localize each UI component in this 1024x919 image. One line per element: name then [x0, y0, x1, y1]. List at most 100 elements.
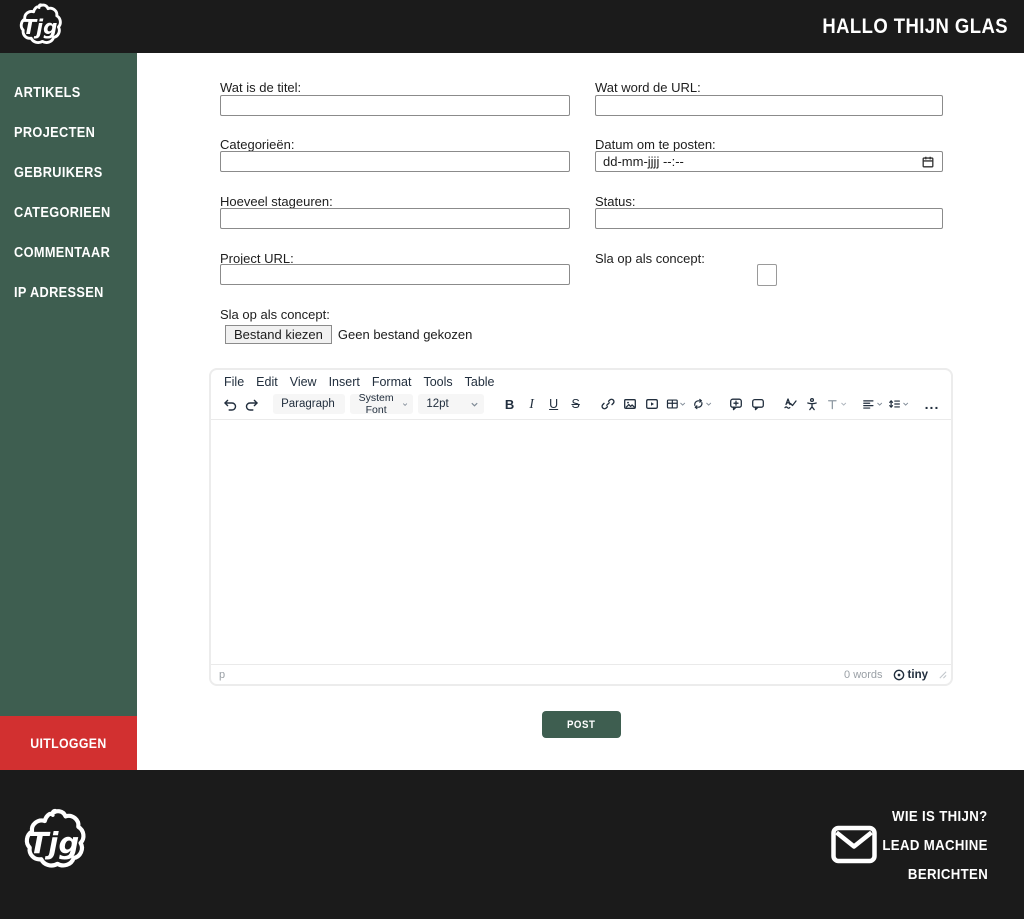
menu-view[interactable]: View	[284, 373, 323, 391]
mergetags-button[interactable]	[689, 393, 715, 415]
image-button[interactable]	[619, 393, 641, 415]
project-url-input[interactable]	[220, 264, 570, 285]
block-format-select[interactable]: Paragraph	[273, 394, 346, 414]
font-family-select[interactable]: System Font	[350, 392, 414, 416]
spellcheck-button[interactable]	[779, 393, 801, 415]
title-label: Wat is de titel:	[220, 80, 302, 95]
menu-edit[interactable]: Edit	[250, 373, 284, 391]
comment-icon	[751, 398, 764, 411]
table-button[interactable]	[663, 393, 689, 415]
tinymce-logo-icon	[893, 669, 904, 680]
concept-checkbox-label: Sla op als concept:	[595, 251, 705, 266]
tinymce-brand-link[interactable]: tiny	[893, 669, 928, 681]
element-path: p	[219, 668, 226, 681]
line-height-button[interactable]	[885, 393, 911, 415]
editor-toolbar: Paragraph System Font 12pt B I U S ...	[211, 391, 951, 420]
underline-icon: U	[549, 397, 559, 411]
editor-content-area[interactable]	[211, 420, 951, 664]
strikethrough-icon: S	[571, 397, 580, 411]
title-input[interactable]	[220, 95, 570, 116]
sidebar-item-projecten[interactable]: PROJECTEN	[0, 113, 137, 153]
link-icon	[601, 398, 615, 410]
font-size-select[interactable]: 12pt	[418, 394, 484, 414]
footer-link-wie-is-thijn[interactable]: WIE IS THIJN?	[868, 802, 988, 831]
top-header: HALLO THIJN GLAS	[0, 0, 1024, 53]
choose-file-button[interactable]: Bestand kiezen	[225, 325, 332, 344]
sidebar-item-commentaar[interactable]: COMMENTAAR	[0, 233, 137, 273]
logout-button[interactable]: UITLOGGEN	[0, 716, 137, 770]
chevron-down-icon	[902, 402, 908, 406]
sidebar-nav: ARTIKELS PROJECTEN GEBRUIKERS CATEGORIEE…	[0, 53, 137, 716]
rich-text-editor: File Edit View Insert Format Tools Table…	[209, 368, 953, 686]
footer-logo-icon[interactable]	[17, 808, 91, 878]
menu-table[interactable]: Table	[459, 373, 501, 391]
editor-menubar: File Edit View Insert Format Tools Table	[211, 370, 951, 391]
chevron-down-icon	[876, 402, 882, 406]
hours-label: Hoeveel stageuren:	[220, 194, 333, 209]
undo-button[interactable]	[219, 393, 241, 415]
calendar-icon[interactable]	[921, 155, 935, 169]
table-icon	[666, 399, 678, 409]
link-button[interactable]	[597, 393, 619, 415]
post-button[interactable]: POST	[542, 711, 621, 738]
file-status-text: Geen bestand gekozen	[337, 327, 473, 342]
chevron-down-icon	[706, 402, 712, 406]
align-button[interactable]	[859, 393, 885, 415]
resize-handle[interactable]	[938, 670, 947, 679]
concept-checkbox[interactable]	[757, 264, 777, 286]
sidebar-item-gebruikers[interactable]: GEBRUIKERS	[0, 153, 137, 193]
page-footer: WIE IS THIJN? LEAD MACHINE BERICHTEN	[0, 770, 1024, 919]
more-toolbar-button[interactable]: ...	[921, 393, 943, 415]
underline-button[interactable]: U	[543, 393, 565, 415]
accessibility-icon	[807, 397, 817, 411]
ellipsis-icon: ...	[924, 396, 940, 412]
strikethrough-button[interactable]: S	[565, 393, 587, 415]
spellcheck-icon	[784, 398, 797, 409]
image-icon	[623, 399, 636, 409]
footer-link-lead-machine[interactable]: LEAD MACHINE	[868, 831, 988, 860]
editor-statusbar: p 0 words tiny	[211, 664, 951, 684]
align-left-icon	[863, 400, 874, 409]
media-icon	[645, 399, 658, 409]
sidebar-item-ip-adressen[interactable]: IP ADRESSEN	[0, 273, 137, 313]
redo-button[interactable]	[241, 393, 263, 415]
site-logo-icon[interactable]	[13, 3, 67, 51]
redo-icon	[245, 399, 258, 411]
sidebar-item-artikels[interactable]: ARTIKELS	[0, 73, 137, 113]
media-button[interactable]	[641, 393, 663, 415]
undo-icon	[224, 399, 237, 411]
menu-file[interactable]: File	[218, 373, 250, 391]
hours-input[interactable]	[220, 208, 570, 229]
status-input[interactable]	[595, 208, 943, 229]
menu-insert[interactable]: Insert	[323, 373, 366, 391]
sidebar-item-categorieen[interactable]: CATEGORIEEN	[0, 193, 137, 233]
concept-file-label: Sla op als concept:	[220, 307, 330, 322]
footer-links: WIE IS THIJN? LEAD MACHINE BERICHTEN	[868, 802, 988, 889]
chevron-down-icon	[680, 402, 686, 406]
italic-button[interactable]: I	[521, 393, 543, 415]
typography-button[interactable]	[823, 393, 849, 415]
italic-icon: I	[529, 396, 534, 411]
add-comment-button[interactable]	[725, 393, 747, 415]
menu-format[interactable]: Format	[366, 373, 418, 391]
url-input[interactable]	[595, 95, 943, 116]
add-comment-icon	[729, 398, 742, 411]
greeting-title-text: HALLO THIJN GLAS	[822, 14, 1008, 38]
bold-button[interactable]: B	[499, 393, 521, 415]
file-input: Bestand kiezen Geen bestand gekozen	[225, 325, 472, 344]
footer-link-berichten[interactable]: BERICHTEN	[868, 860, 988, 889]
show-comments-button[interactable]	[747, 393, 769, 415]
menu-tools[interactable]: Tools	[417, 373, 458, 391]
accessibility-check-button[interactable]	[801, 393, 823, 415]
date-input[interactable]: dd-mm-jjjj --:--	[595, 151, 943, 172]
chevron-down-icon	[470, 402, 478, 407]
merge-tags-icon	[693, 398, 703, 410]
page: Tjg HALLO THIJN GLAS ARTIKELS PROJECTEN …	[0, 0, 1024, 919]
greeting-title: HALLO THIJN GLAS	[797, 0, 1008, 53]
typography-icon	[827, 400, 837, 410]
date-placeholder: dd-mm-jjjj --:--	[603, 154, 684, 169]
categories-label: Categorieën:	[220, 137, 295, 152]
categories-input[interactable]	[220, 151, 570, 172]
chevron-down-icon	[840, 402, 846, 406]
date-label: Datum om te posten:	[595, 137, 716, 152]
